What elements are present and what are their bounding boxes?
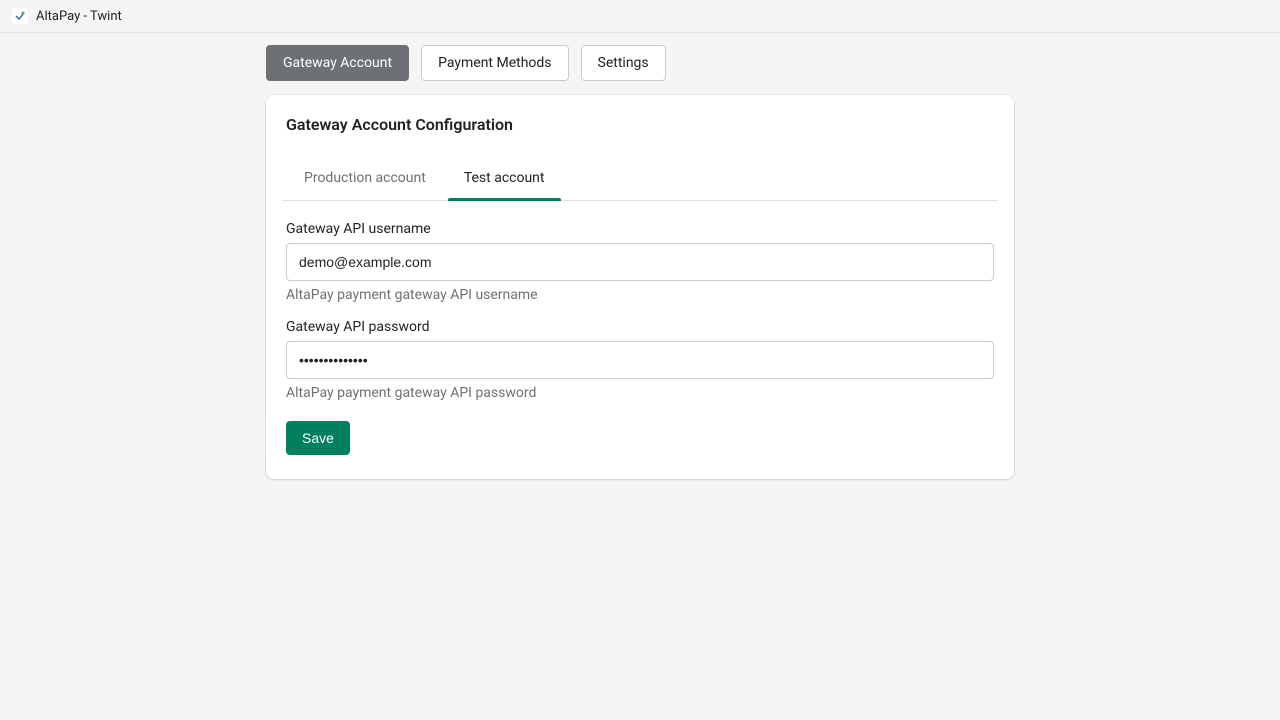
password-label: Gateway API password bbox=[286, 319, 994, 335]
sub-tabs: Production account Test account bbox=[282, 158, 998, 201]
app-title: AltaPay - Twint bbox=[36, 9, 122, 24]
sub-tab-production[interactable]: Production account bbox=[288, 158, 442, 200]
username-label: Gateway API username bbox=[286, 221, 994, 237]
tab-gateway-account[interactable]: Gateway Account bbox=[266, 45, 409, 81]
config-card: Gateway Account Configuration Production… bbox=[266, 95, 1014, 479]
username-group: Gateway API username AltaPay payment gat… bbox=[286, 221, 994, 303]
main-container: Gateway Account Payment Methods Settings… bbox=[266, 33, 1014, 491]
username-input[interactable] bbox=[286, 243, 994, 281]
nav-tabs: Gateway Account Payment Methods Settings bbox=[266, 45, 1014, 81]
password-input[interactable] bbox=[286, 341, 994, 379]
app-icon bbox=[12, 8, 28, 24]
top-bar: AltaPay - Twint bbox=[0, 0, 1280, 33]
password-help: AltaPay payment gateway API password bbox=[286, 385, 994, 401]
sub-tab-test[interactable]: Test account bbox=[448, 158, 561, 200]
password-group: Gateway API password AltaPay payment gat… bbox=[286, 319, 994, 401]
username-help: AltaPay payment gateway API username bbox=[286, 287, 994, 303]
tab-settings[interactable]: Settings bbox=[581, 45, 666, 81]
card-title: Gateway Account Configuration bbox=[286, 115, 994, 134]
tab-payment-methods[interactable]: Payment Methods bbox=[421, 45, 568, 81]
save-button[interactable]: Save bbox=[286, 421, 350, 455]
